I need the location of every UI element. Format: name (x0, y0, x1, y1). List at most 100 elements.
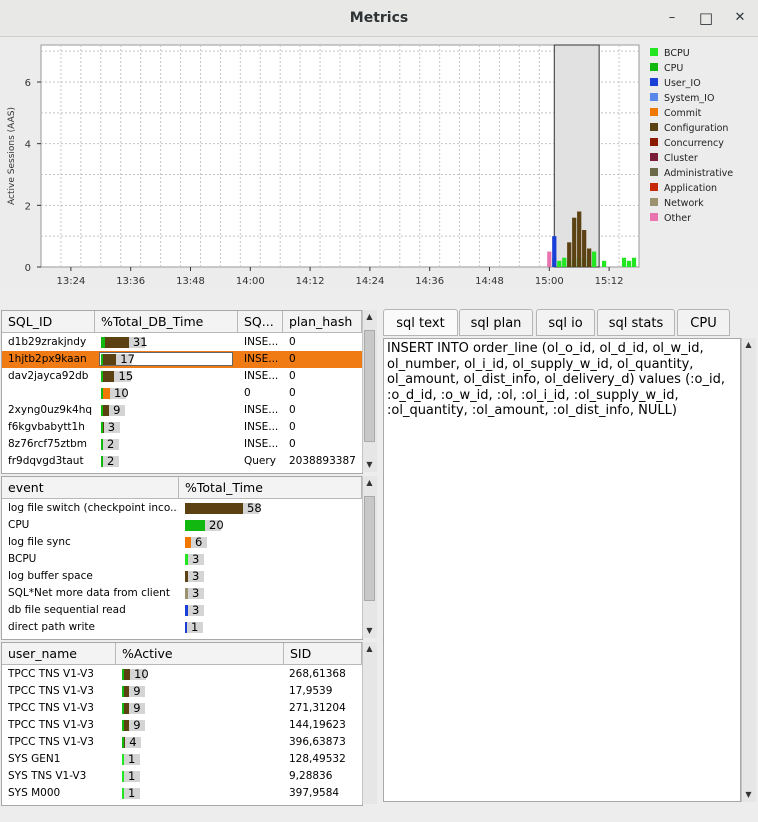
column-header[interactable]: SID (284, 643, 362, 665)
series-bar-user_io (552, 236, 557, 267)
table-row[interactable]: db file sequential read 3 (2, 602, 362, 619)
table-row[interactable]: SYS M000 1 397,9584 (2, 785, 362, 802)
minimize-icon[interactable]: – (662, 8, 682, 28)
table-row[interactable]: 8z76rcf75ztbm 2 INSE... 0 (2, 436, 362, 453)
scroll-up-icon[interactable]: ▲ (363, 477, 376, 489)
bar-value: 3 (107, 420, 116, 434)
legend-swatch (650, 78, 658, 86)
table-row[interactable]: 1hjtb2px9kaan 17 INSE... 0 (2, 351, 362, 368)
sql-table: SQL_ID %Total_DB_Time SQ... plan_hash d1b29z… (1, 310, 363, 474)
bar-segment (105, 337, 129, 348)
sql-id-cell: d1b29zrakjndy (8, 336, 87, 348)
legend-swatch (650, 183, 658, 191)
table-row[interactable]: log file sync 6 (2, 534, 362, 551)
plan-hash-cell: 0 (289, 370, 296, 382)
sql-id-cell: 8z76rcf75ztbm (8, 438, 87, 450)
table-row[interactable]: TPCC TNS V1-V3 9 17,9539 (2, 683, 362, 700)
session-table-scrollbar[interactable]: ▲ (362, 642, 377, 804)
table-row[interactable]: TPCC TNS V1-V3 10 268,61368 (2, 666, 362, 683)
plan-hash-cell: 0 (289, 421, 296, 433)
tab-sql-plan[interactable]: sql plan (459, 309, 533, 336)
bar-value: 17 (120, 352, 135, 366)
tab-cpu[interactable]: CPU (677, 309, 730, 336)
sid-cell: 268,61368 (289, 668, 346, 680)
scroll-down-icon[interactable]: ▼ (363, 459, 376, 471)
bar-segment (122, 788, 124, 799)
legend-swatch (650, 63, 658, 71)
table-row[interactable]: SQL*Net more data from client 3 (2, 585, 362, 602)
column-header[interactable]: %Active (116, 643, 284, 665)
sql-text[interactable]: INSERT INTO order_line (ol_o_id, ol_d_id… (387, 341, 732, 419)
plan-hash-cell: 2038893387 (289, 455, 356, 467)
sql-type-cell: 0 (244, 387, 251, 399)
x-tick-label: 13:48 (176, 276, 205, 287)
legend-label: Commit (664, 108, 702, 119)
scroll-up-icon[interactable]: ▲ (363, 311, 376, 323)
event-name-cell: log file sync (8, 536, 71, 548)
scroll-down-icon[interactable]: ▼ (742, 789, 755, 801)
table-row[interactable]: TPCC TNS V1-V3 9 271,31204 (2, 700, 362, 717)
scroll-thumb[interactable] (364, 330, 375, 442)
series-bar-bcpu (631, 257, 637, 267)
event-table-scrollbar[interactable]: ▲ ▼ (362, 476, 377, 638)
table-row[interactable]: 2xyng0uz9k4hq 9 INSE... 0 (2, 402, 362, 419)
table-row[interactable]: SYS GEN1 1 128,49532 (2, 751, 362, 768)
legend-label: Configuration (664, 123, 728, 134)
table-row[interactable]: d1b29zrakjndy 31 INSE... 0 (2, 334, 362, 351)
series-bar-bcpu (557, 260, 562, 267)
bar-segment (124, 737, 126, 748)
close-icon[interactable]: ✕ (730, 8, 750, 28)
tab-sql-stats[interactable]: sql stats (597, 309, 675, 336)
table-row[interactable]: dav2jayca92db 15 INSE... 0 (2, 368, 362, 385)
sql-type-cell: INSE... (244, 421, 279, 433)
tab-sql-text[interactable]: sql text (383, 309, 458, 336)
plan-hash-cell: 0 (289, 353, 296, 365)
column-header[interactable]: event (2, 477, 179, 499)
series-bar-configuration (567, 242, 572, 267)
table-row[interactable]: TPCC TNS V1-V3 9 144,19623 (2, 717, 362, 734)
column-header[interactable]: user_name (2, 643, 116, 665)
y-tick-label: 6 (25, 78, 31, 89)
y-tick-label: 0 (25, 263, 31, 274)
scroll-up-icon[interactable]: ▲ (742, 339, 755, 351)
aas-chart[interactable]: 0 2 4 6 Active Sessions (AAS) 13:24 13:36 13:48… (0, 37, 758, 295)
series-bar-other (547, 251, 552, 267)
scroll-up-icon[interactable]: ▲ (363, 643, 376, 655)
sql-text-panel[interactable]: INSERT INTO order_line (ol_o_id, ol_d_id… (383, 338, 741, 802)
table-row[interactable]: CPU 20 (2, 517, 362, 534)
column-header[interactable]: SQL_ID (2, 311, 95, 333)
table-row[interactable]: log file switch (checkpoint inco... 58 (2, 500, 362, 517)
column-header[interactable]: %Total_Time (179, 477, 362, 499)
table-row[interactable]: f6kgvbabytt1h 3 INSE... 0 (2, 419, 362, 436)
table-row[interactable]: log buffer space 3 (2, 568, 362, 585)
sid-cell: 397,9584 (289, 787, 340, 799)
bar-segment (185, 605, 188, 616)
sql-type-cell: INSE... (244, 404, 279, 416)
series-bar-configuration (582, 230, 587, 267)
table-row[interactable]: fr9dqvgd3taut 2 Query 2038893387 (2, 453, 362, 470)
sql-text-scrollbar[interactable]: ▲ ▼ (741, 338, 756, 802)
splitter[interactable] (378, 302, 380, 802)
event-name-cell: BCPU (8, 553, 37, 565)
sql-id-cell: 1hjtb2px9kaan (8, 353, 87, 365)
tab-sql-io[interactable]: sql io (536, 309, 595, 336)
bar-value: 3 (192, 552, 200, 566)
plan-hash-cell: 0 (289, 438, 296, 450)
event-name-cell: direct path write (8, 621, 95, 633)
scroll-thumb[interactable] (364, 496, 375, 601)
column-header[interactable]: plan_hash (283, 311, 362, 333)
bar-segment (103, 371, 115, 382)
table-row[interactable]: TPCC TNS V1-V3 4 396,63873 (2, 734, 362, 751)
scroll-down-icon[interactable]: ▼ (363, 625, 376, 637)
bar-segment (103, 354, 117, 365)
table-row[interactable]: BCPU 3 (2, 551, 362, 568)
legend-swatch (650, 198, 658, 206)
time-selection[interactable] (553, 44, 600, 268)
maximize-icon[interactable]: □ (696, 8, 716, 28)
column-header[interactable]: %Total_DB_Time (95, 311, 238, 333)
column-header[interactable]: SQ... (238, 311, 283, 333)
sql-table-scrollbar[interactable]: ▲ ▼ (362, 310, 377, 472)
table-row[interactable]: 10 0 0 (2, 385, 362, 402)
table-row[interactable]: SYS TNS V1-V3 1 9,28836 (2, 768, 362, 785)
table-row[interactable]: direct path write 1 (2, 619, 362, 636)
